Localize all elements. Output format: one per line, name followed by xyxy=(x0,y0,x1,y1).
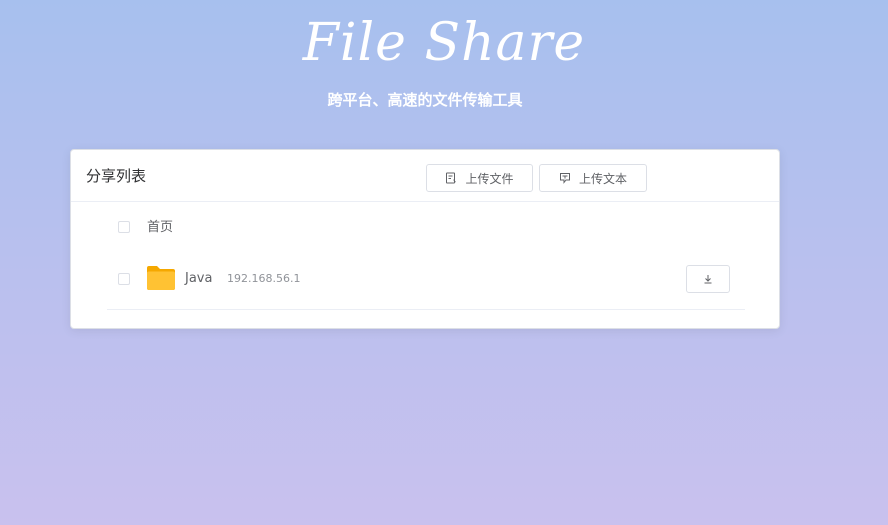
folder-icon xyxy=(147,266,175,290)
item-checkbox[interactable] xyxy=(118,273,130,285)
upload-file-icon xyxy=(446,172,457,184)
home-checkbox[interactable] xyxy=(118,221,130,233)
upload-file-label: 上传文件 xyxy=(465,171,514,186)
home-row[interactable]: 首页 xyxy=(107,216,745,242)
app-subtitle: 跨平台、高速的文件传输工具 xyxy=(327,91,523,109)
upload-text-label: 上传文本 xyxy=(578,171,627,186)
share-list-title: 分享列表 xyxy=(86,167,147,185)
download-icon xyxy=(704,275,712,284)
home-breadcrumb[interactable]: 首页 xyxy=(147,219,173,237)
share-list-card: 分享列表 上传文件 上传文本 首页 Java 192.168.56.1 xyxy=(70,149,780,329)
item-name[interactable]: Java xyxy=(185,270,212,288)
upload-file-button[interactable]: 上传文件 xyxy=(426,164,533,192)
card-header: 分享列表 上传文件 上传文本 xyxy=(71,150,779,202)
item-ip: 192.168.56.1 xyxy=(227,272,301,285)
download-button[interactable] xyxy=(686,265,730,293)
list-item[interactable]: Java 192.168.56.1 xyxy=(107,257,745,310)
upload-text-icon xyxy=(559,173,570,184)
upload-text-button[interactable]: 上传文本 xyxy=(539,164,647,192)
app-title: File Share xyxy=(302,13,586,73)
